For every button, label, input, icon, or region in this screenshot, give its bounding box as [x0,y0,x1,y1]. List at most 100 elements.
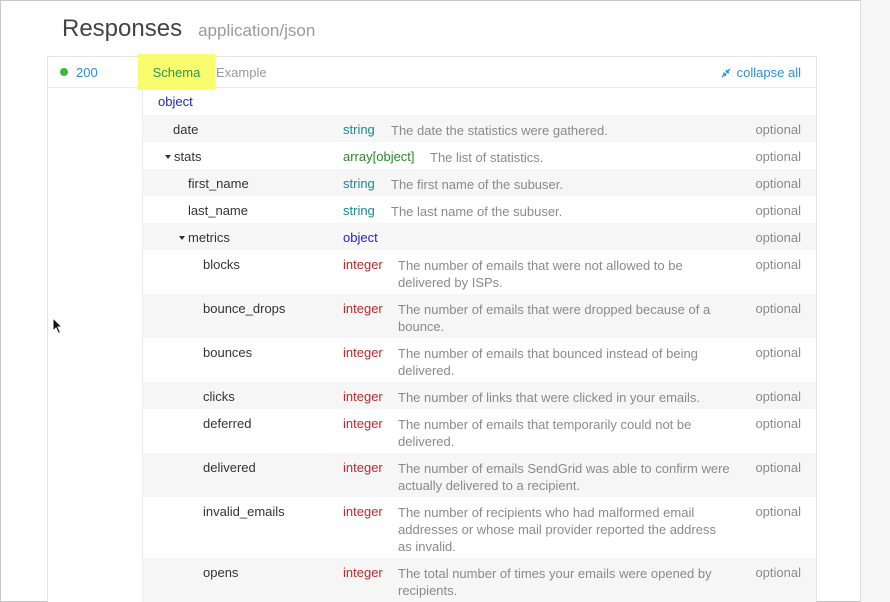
description-line: The number of emails that were dropped b… [398,302,711,317]
field-name-text: clicks [203,389,235,404]
field-description: The list of statistics. [430,149,543,166]
optional-label: optional [755,203,801,218]
field-name: last_name [188,203,248,218]
optional-label: optional [755,230,801,245]
field-type: integer [343,416,383,431]
description-line: The first name of the subuser. [391,177,563,192]
description-line: The number of emails that temporarily co… [398,417,692,432]
field-name: bounces [203,345,252,360]
field-description: The first name of the subuser. [391,176,563,193]
field-description: The number of emails that bounced instea… [398,345,698,379]
field-type: integer [343,504,383,519]
field-type: integer [343,460,383,475]
optional-label: optional [755,122,801,137]
field-type: string [343,176,375,191]
description-line: The number of emails SendGrid was able t… [398,461,730,476]
description-line: The total number of times your emails we… [398,566,712,581]
field-type: integer [343,257,383,272]
field-name: clicks [203,389,235,404]
tab-schema[interactable]: Schema [138,54,215,90]
caret-down-icon[interactable] [179,235,185,240]
description-line: actually delivered to a recipient. [398,478,581,493]
schema-tree: object date string The date the statistics… [143,88,816,602]
description-line: delivered. [398,434,455,449]
status-code[interactable]: 200 [76,65,98,80]
description-line: addresses or whose mail provider reporte… [398,522,716,537]
responses-header: Responses application/json [62,15,315,47]
description-line: recipients. [398,583,458,598]
description-line: bounce. [398,319,445,334]
field-description: The date the statistics were gathered. [391,122,608,139]
schema-row-stats[interactable]: stats array[object] The list of statistics… [143,142,816,169]
field-description: The total number of times your emails we… [398,565,712,599]
mouse-cursor-icon [52,316,64,340]
schema-row-opens: opens integer The total number of times yo… [143,558,816,602]
field-description: The number of emails that were not allow… [398,257,683,291]
field-description: The number of emails SendGrid was able t… [398,460,730,494]
optional-label: optional [755,257,801,272]
schema-row-bounce-drops: bounce_drops integer The number of emails … [143,294,816,338]
description-line: delivered by ISPs. [398,275,503,290]
description-line: as invalid. [398,539,456,554]
field-name: deferred [203,416,251,431]
right-gutter [860,0,890,602]
description-line: The number of emails that bounced instea… [398,346,698,361]
field-name: first_name [188,176,249,191]
field-name-text: date [173,122,199,137]
status-dot [60,68,68,76]
field-name-text: opens [203,565,239,580]
field-name-text: bounces [203,345,253,360]
optional-label: optional [755,345,801,360]
response-panel: 200 Schema Example collapse all object d… [47,54,817,602]
collapse-all-label: collapse all [736,65,801,80]
field-type: object [343,230,378,245]
field-description: The number of links that were clicked in… [398,389,700,406]
field-name: delivered [203,460,256,475]
optional-label: optional [755,565,801,580]
schema-row-first-name: first_name string The first name of the su… [143,169,816,196]
field-name-text: metrics [188,230,230,245]
responses-title: Responses [62,15,183,42]
root-type: object [158,94,193,109]
field-type: integer [343,345,383,360]
schema-row-delivered: delivered integer The number of emails Sen… [143,453,816,497]
field-name[interactable]: stats [165,149,201,164]
collapse-icon [721,68,731,78]
optional-label: optional [755,149,801,164]
schema-row-date: date string The date the statistics were g… [143,115,816,142]
optional-label: optional [755,460,801,475]
field-type: array[object] [343,149,415,164]
field-name: date [173,122,198,137]
field-name-text: deferred [203,416,252,431]
schema-row-clicks: clicks integer The number of links that we… [143,382,816,409]
caret-down-icon[interactable] [165,154,171,159]
schema-row-invalid-emails: invalid_emails integer The number of recip… [143,497,816,558]
schema-root-row: object [143,88,816,115]
description-line: The list of statistics. [430,150,544,165]
schema-row-blocks: blocks integer The number of emails that w… [143,250,816,294]
field-name-text: stats [174,149,202,164]
field-type: integer [343,389,383,404]
optional-label: optional [755,389,801,404]
field-name-text: bounce_drops [203,301,286,316]
field-type: string [343,203,375,218]
optional-label: optional [755,301,801,316]
description-line: delivered. [398,363,455,378]
field-description: The number of recipients who had malform… [398,504,716,555]
optional-label: optional [755,176,801,191]
field-name-text: invalid_emails [203,504,285,519]
field-name[interactable]: metrics [179,230,230,245]
field-name-text: last_name [188,203,248,218]
description-line: The last name of the subuser. [391,204,563,219]
tab-example[interactable]: Example [216,65,267,80]
collapse-all-button[interactable]: collapse all [721,65,801,80]
content-type-label: application/json [198,21,316,40]
field-name-text: first_name [188,176,249,191]
field-type: integer [343,565,383,580]
left-column [48,88,143,602]
field-name-text: blocks [203,257,240,272]
schema-row-metrics[interactable]: metrics object optional [143,223,816,250]
description-line: The number of emails that were not allow… [398,258,683,273]
schema-row-last-name: last_name string The last name of the subu… [143,196,816,223]
optional-label: optional [755,416,801,431]
